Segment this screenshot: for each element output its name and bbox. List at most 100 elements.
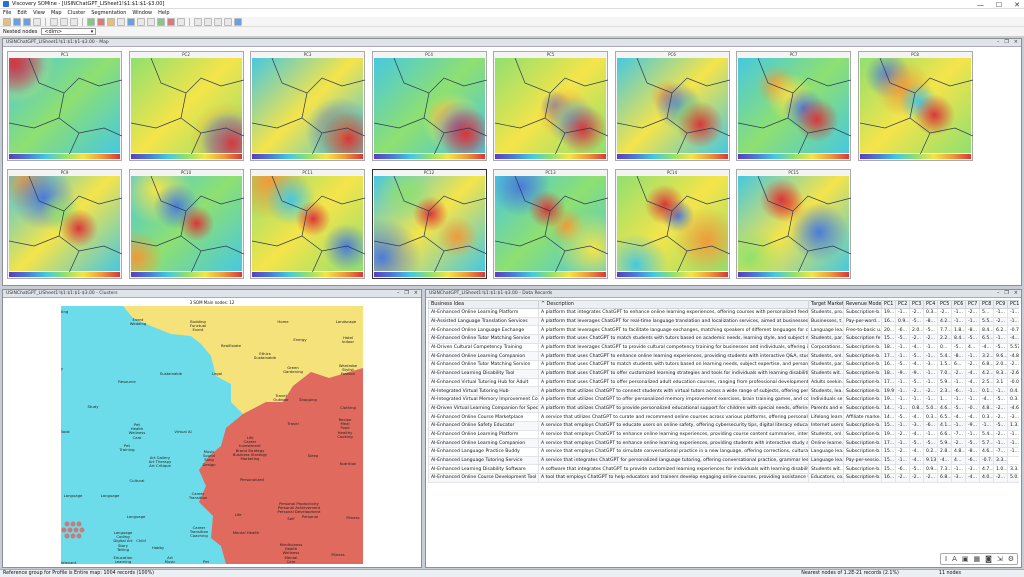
map-cell-pc12[interactable]: PC12 [371,169,487,279]
list-icon[interactable] [147,17,155,26]
column-header[interactable]: PC6 [951,300,966,309]
cluster-map[interactable]: Personal Branding Career Job Event Weddin… [61,306,363,564]
gear-icon[interactable]: ⚙ [1008,555,1014,563]
cluster-icon[interactable] [97,17,105,26]
map-cell-pc4[interactable]: PC4 [371,51,487,161]
map-cell-pc13[interactable]: PC13 [493,169,608,279]
panel-close-icon[interactable]: × [414,290,418,296]
save-icon[interactable] [23,17,31,26]
filter-select[interactable]: <dim> ▾ [41,28,97,35]
table-row[interactable]: AI-Enhanced Online Language Exchange A pl… [428,325,1019,336]
table-row[interactable]: AI-Enhanced Online Course Marketplace A s… [428,412,1019,422]
pdf-icon[interactable]: ◙ [985,555,992,563]
open-icon[interactable] [13,17,21,26]
column-header[interactable]: PC5 [937,300,952,309]
segment-icon[interactable] [107,17,115,26]
table-row[interactable]: AI-Enhanced Online Tutor Matching Servic… [428,334,1019,344]
table-icon[interactable]: ▦ [974,555,981,563]
help-icon[interactable] [234,17,242,26]
copy-icon[interactable] [60,17,68,26]
map-cell-pc7[interactable]: PC7 [736,51,851,161]
map-cell-pc5[interactable]: PC5 [493,51,608,161]
map-cell-pc8[interactable]: PC8 [857,51,973,161]
menu-view[interactable]: View [33,10,45,16]
menu-window[interactable]: Window [132,10,152,16]
column-header[interactable]: PC8 [979,300,994,309]
zoom-out-icon[interactable] [204,17,212,26]
column-header[interactable]: Business Idea [428,300,539,309]
panel-restore-icon[interactable]: ❐ [1004,290,1008,296]
zoom-in-icon[interactable] [194,17,202,26]
table-row[interactable]: AI-Enhanced Online Safety Educator A serv… [428,420,1019,431]
table-row[interactable]: AI-Assisted Language Translation Service… [428,316,1019,327]
map-cell-pc10[interactable]: PC10 [128,169,244,279]
minimize-button[interactable]: — [977,1,984,9]
map-cell-pc6[interactable]: PC6 [614,51,730,161]
panel-close-icon[interactable]: × [1014,39,1018,45]
map-cell-pc2[interactable]: PC2 [128,51,244,161]
column-header[interactable]: Target Market [808,300,844,309]
maximize-button[interactable]: ☐ [996,1,1002,9]
menu-edit[interactable]: Edit [17,10,27,16]
table-row[interactable]: AI-Driven Cultural Competency Training A … [428,342,1019,353]
panel-close-icon[interactable]: × [1014,290,1018,296]
panel-minimize-icon[interactable]: – [997,39,1000,45]
image-icon[interactable]: ▣ [962,555,969,563]
table-row[interactable]: AI-Integrated Virtual Tutoring Hub A plat… [428,386,1019,396]
panel-minimize-icon[interactable]: – [397,290,400,296]
print-icon[interactable] [33,17,41,26]
new-icon[interactable] [3,17,11,26]
find-icon[interactable] [224,17,232,26]
column-header[interactable]: PC10 [1007,300,1019,309]
table-row[interactable]: AI-Enhanced Online Learning Companion A s… [428,438,1019,448]
panel-restore-icon[interactable]: ❐ [404,290,408,296]
profile-icon[interactable] [157,17,165,26]
table-row[interactable]: AI-Enhanced Online Course Development To… [428,473,1019,483]
column-header[interactable]: PC9 [993,300,1008,309]
column-header[interactable]: PC4 [923,300,938,309]
chart-icon[interactable] [127,17,135,26]
map-cell-pc9[interactable]: PC9 [7,169,122,279]
table-row[interactable]: AI-Enhanced Online Tutor Matching Servic… [428,360,1019,370]
cut-icon[interactable] [50,17,58,26]
map-cell-pc3[interactable]: PC3 [250,51,365,161]
menu-map[interactable]: Map [51,10,62,16]
column-header[interactable]: PC7 [965,300,980,309]
column-header[interactable]: PC3 [909,300,924,309]
map-cell-pc1[interactable]: PC1 [7,51,122,161]
table-row[interactable]: AI-Driven Virtual Learning Companion for… [428,403,1019,414]
map-cell-pc14[interactable]: PC14 [614,169,730,279]
column-header[interactable]: PC1 [881,300,896,309]
map-icon[interactable] [87,17,95,26]
zoom-fit-icon[interactable] [214,17,222,26]
menu-file[interactable]: File [3,10,11,16]
column-header[interactable]: Revenue Model [843,300,882,309]
table-row[interactable]: AI-Enhanced Online Learning Platform A se… [428,429,1019,440]
column-header[interactable]: ^ Description [538,300,809,309]
paste-icon[interactable] [70,17,78,26]
table-row[interactable]: AI-Enhanced Learning Disability Software… [428,464,1019,475]
table-row[interactable]: AI-Enhanced Language Tutoring Service A s… [428,455,1020,466]
table-row[interactable]: AI-Enhanced Virtual Tutoring Hub for Adu… [428,377,1019,388]
grid-icon[interactable] [117,17,125,26]
column-header[interactable]: PC2 [895,300,910,309]
panel-minimize-icon[interactable]: – [997,290,1000,296]
text-cursor-icon[interactable]: I [945,555,947,563]
menu-help[interactable]: Help [158,10,169,16]
menu-cluster[interactable]: Cluster [68,10,86,16]
table-row[interactable]: AI-Enhanced Learning Disability Tool A pl… [428,368,1019,379]
export-icon[interactable]: ⇲ [997,555,1003,563]
map-cell-pc15[interactable]: PC15 [736,169,851,279]
panel-restore-icon[interactable]: ❐ [1004,39,1008,45]
menu-segmentation[interactable]: Segmentation [91,10,126,16]
table-icon[interactable] [137,17,145,26]
table-row[interactable]: AI-Enhanced Language Practice Buddy A ser… [428,447,1019,457]
select-icon[interactable] [167,17,175,26]
table-row[interactable]: AI-Enhanced Online Learning Companion A p… [428,351,1019,362]
table-row[interactable]: AI-Enhanced Online Learning Platform A pl… [428,308,1019,318]
pointer-icon[interactable] [177,17,185,26]
close-button[interactable]: ✕ [1014,1,1020,9]
table-row[interactable]: AI-Integrated Virtual Memory Improvement… [428,394,1019,405]
map-cell-pc11[interactable]: PC11 [250,169,365,279]
font-icon[interactable]: A [952,555,957,563]
